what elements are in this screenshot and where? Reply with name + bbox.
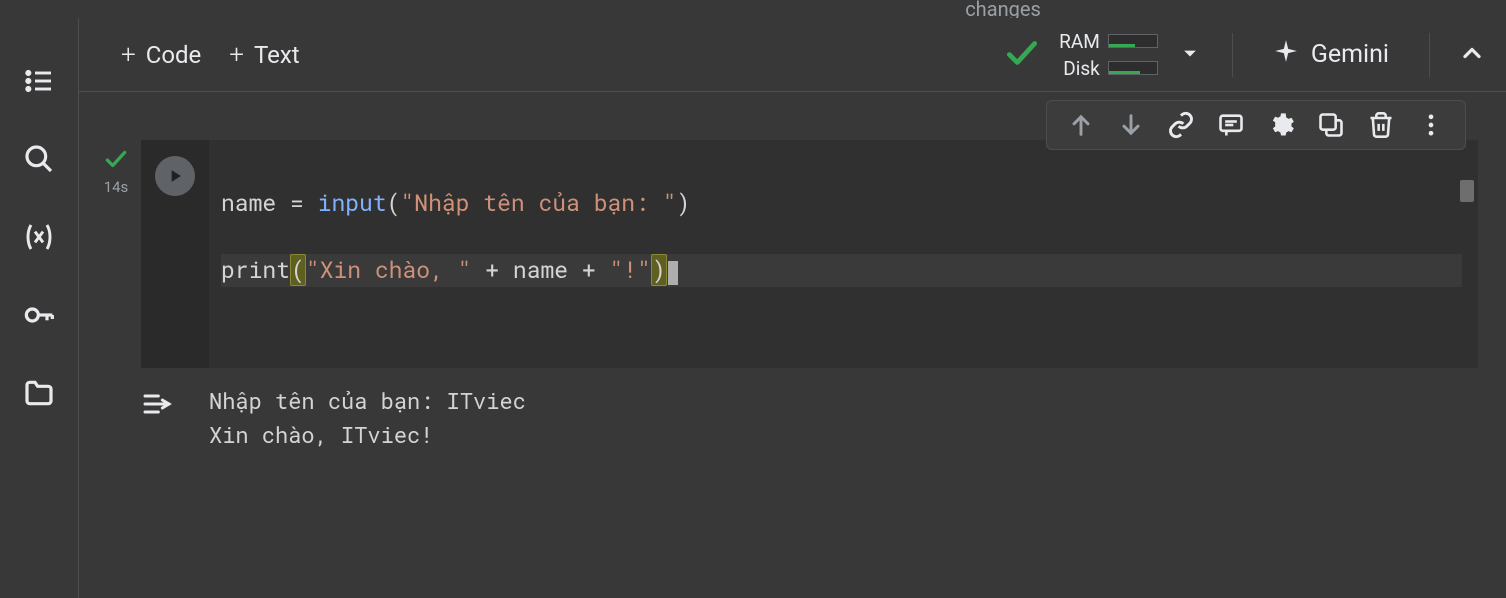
toc-icon[interactable] xyxy=(21,63,57,99)
search-icon[interactable] xyxy=(21,141,57,177)
cell-toolbar xyxy=(1046,100,1466,150)
link-icon[interactable] xyxy=(1167,111,1195,139)
code-editor[interactable]: name = input("Nhập tên của bạn: ") print… xyxy=(209,140,1478,368)
code-token: print xyxy=(221,255,290,285)
scrollbar-thumb[interactable] xyxy=(1460,180,1474,202)
banner-text: changes xyxy=(965,0,1041,18)
comment-icon[interactable] xyxy=(1217,111,1245,139)
move-up-icon[interactable] xyxy=(1067,111,1095,139)
secrets-icon[interactable] xyxy=(21,297,57,333)
mirror-icon[interactable] xyxy=(1317,111,1345,139)
plus-icon: + xyxy=(229,40,244,70)
code-token: ) xyxy=(651,254,667,286)
cell-output: Nhập tên của bạn: ITviec Xin chào, ITvie… xyxy=(209,384,526,452)
output-line: Xin chào, ITviec! xyxy=(209,420,433,449)
execution-info: 14s xyxy=(91,140,141,368)
files-icon[interactable] xyxy=(21,375,57,411)
connection-ok-icon xyxy=(1003,34,1041,76)
code-cell[interactable]: name = input("Nhập tên của bạn: ") print… xyxy=(141,140,1478,368)
add-code-label: Code xyxy=(146,41,202,69)
code-token: + xyxy=(471,255,512,285)
delete-icon[interactable] xyxy=(1367,111,1395,139)
disk-bar xyxy=(1108,61,1158,75)
sparkle-icon xyxy=(1273,38,1299,71)
cursor xyxy=(668,261,678,285)
settings-icon[interactable] xyxy=(1267,111,1295,139)
main-toolbar: + Code + Text RAM Disk xyxy=(79,18,1506,92)
code-token: + xyxy=(568,255,609,285)
gemini-label: Gemini xyxy=(1311,40,1389,69)
gemini-button[interactable]: Gemini xyxy=(1261,30,1401,79)
output-line: Nhập tên của bạn: ITviec xyxy=(209,386,526,415)
variables-icon[interactable] xyxy=(21,219,57,255)
add-code-button[interactable]: + Code xyxy=(107,32,215,78)
add-text-button[interactable]: + Text xyxy=(215,32,313,78)
add-text-label: Text xyxy=(254,41,300,69)
collapse-icon[interactable] xyxy=(1458,39,1486,71)
runtime-dropdown-icon[interactable] xyxy=(1176,39,1204,71)
move-down-icon[interactable] xyxy=(1117,111,1145,139)
ram-bar xyxy=(1108,34,1158,48)
code-token: = xyxy=(276,188,317,218)
code-token: ( xyxy=(387,188,401,218)
code-token: input xyxy=(318,188,387,218)
code-token: "Nhập tên của bạn: " xyxy=(400,188,676,218)
more-icon[interactable] xyxy=(1417,111,1445,139)
ram-label: RAM xyxy=(1059,30,1100,53)
code-token: name xyxy=(513,255,568,285)
code-token: name xyxy=(221,188,276,218)
resource-indicator[interactable]: RAM Disk xyxy=(1059,30,1158,80)
exec-success-icon xyxy=(103,146,129,176)
code-token: "!" xyxy=(610,255,651,285)
run-button[interactable] xyxy=(155,156,195,196)
top-banner: changes xyxy=(0,0,1506,18)
code-token: ( xyxy=(290,254,306,286)
code-token: ) xyxy=(677,188,691,218)
plus-icon: + xyxy=(121,40,136,70)
toolbar-divider xyxy=(1232,33,1233,77)
toolbar-divider xyxy=(1429,33,1430,77)
exec-time: 14s xyxy=(104,178,129,196)
output-toggle-icon[interactable] xyxy=(141,388,209,424)
left-sidebar xyxy=(0,18,78,598)
code-token: "Xin chào, " xyxy=(306,255,472,285)
disk-label: Disk xyxy=(1063,57,1100,80)
